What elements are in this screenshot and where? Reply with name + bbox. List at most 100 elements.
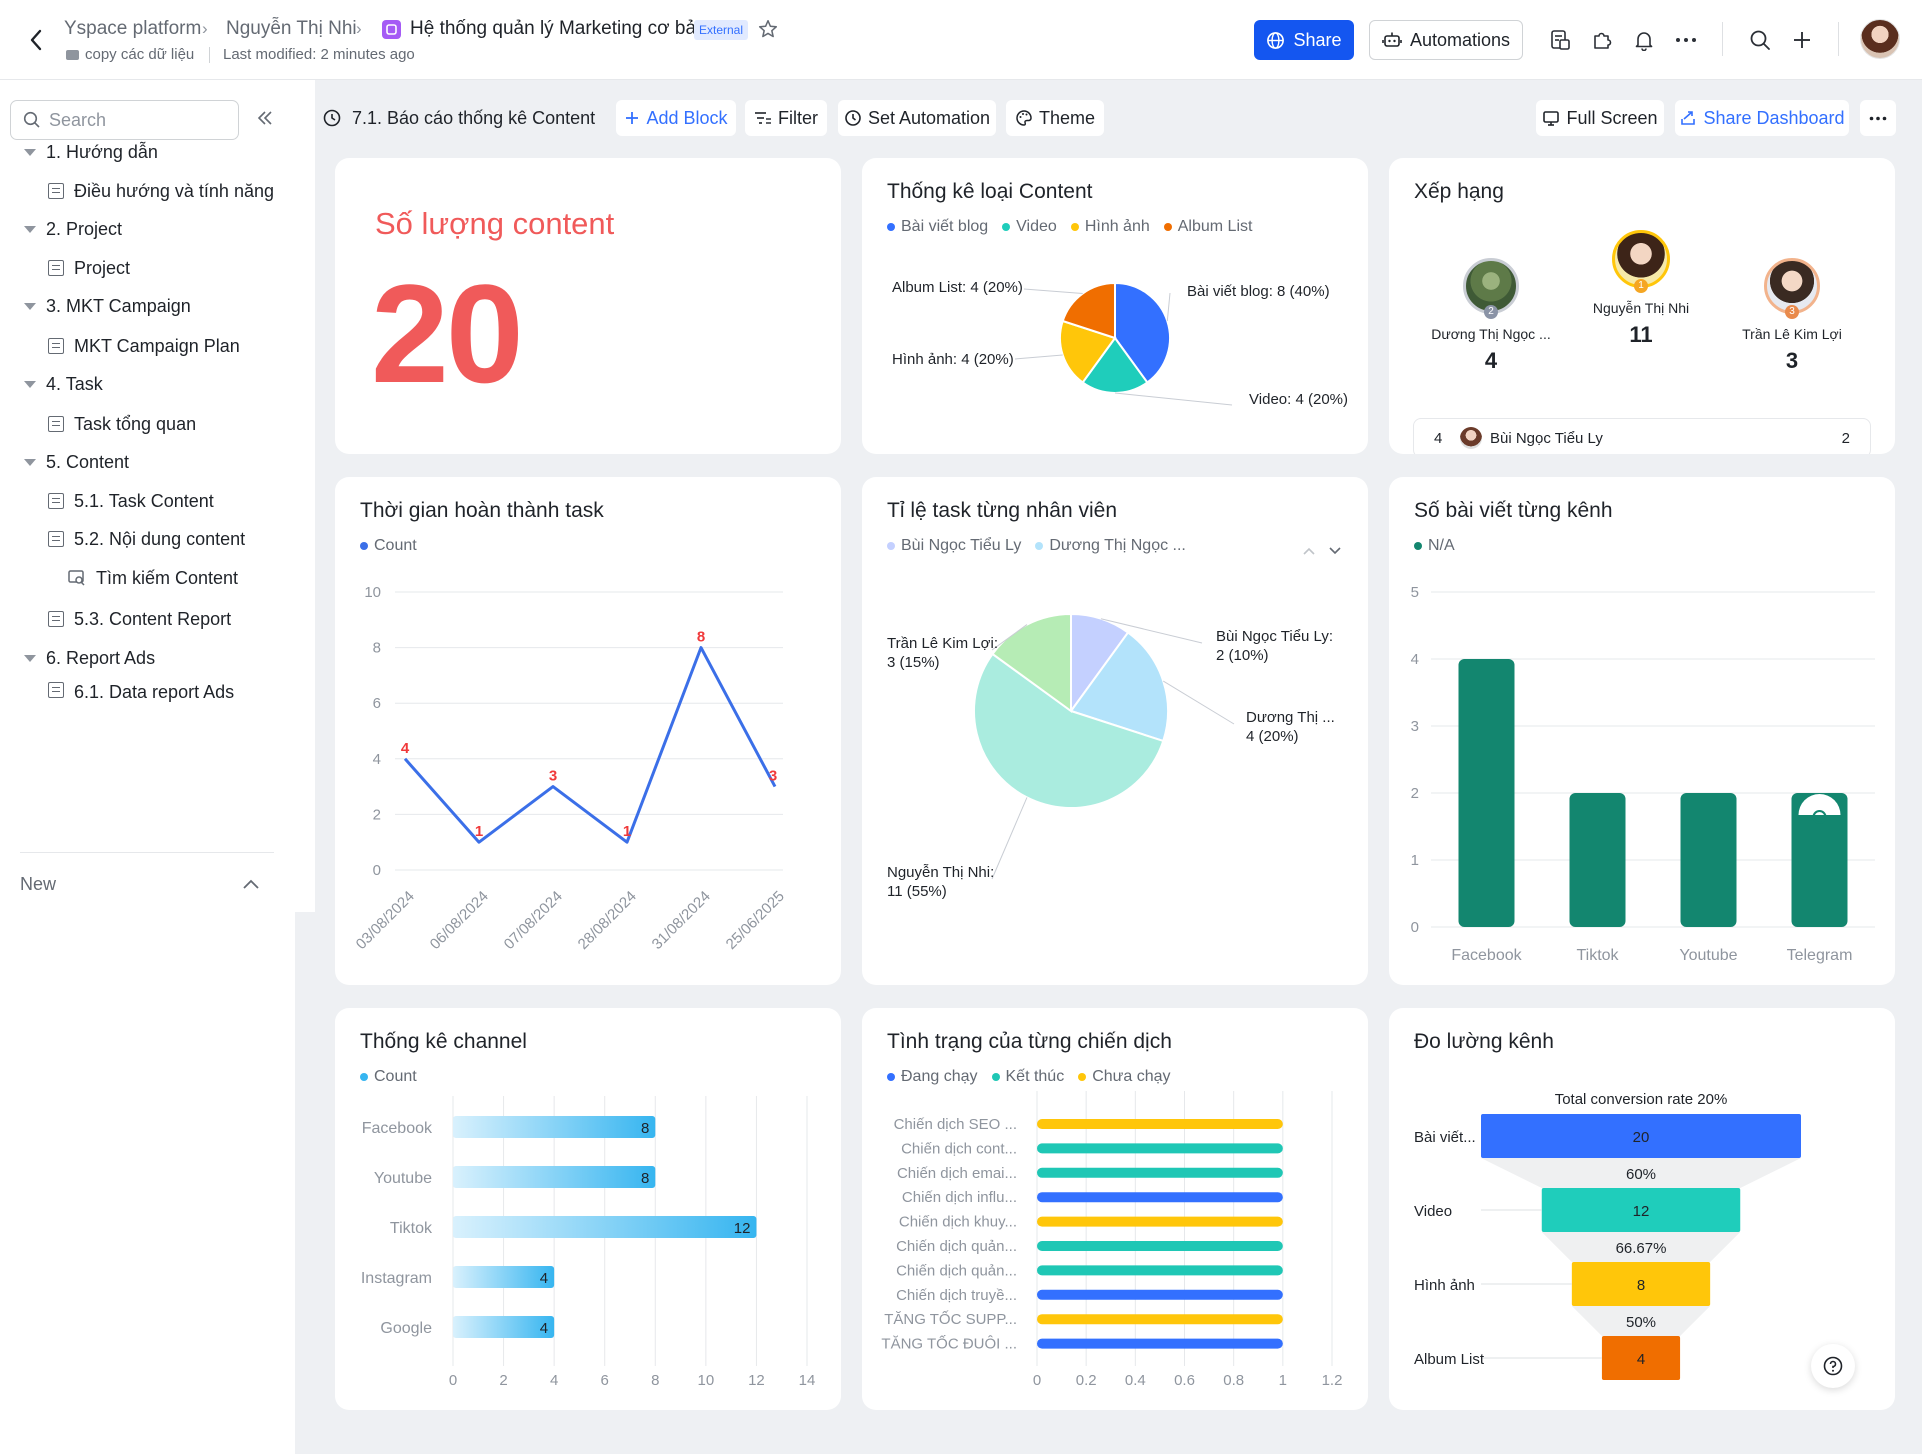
posts-per-channel-card[interactable]: Số bài viết từng kênh N/A 0 1 2 3 4 5 Facebook…: [1389, 477, 1895, 985]
breadcrumb-owner[interactable]: Nguyễn Thị Nhi: [226, 18, 357, 40]
ranking-card[interactable]: Xếp hạng 2 Dương Thị Ngọc ... 4 1 Nguyễn Thị…: [1389, 158, 1895, 454]
bar[interactable]: [453, 1216, 757, 1238]
bar[interactable]: [1037, 1241, 1283, 1251]
sidebar-item[interactable]: 5.2. Nội dung content: [48, 525, 245, 553]
back-icon[interactable]: [22, 26, 50, 54]
bar[interactable]: [453, 1116, 656, 1138]
content-type-card[interactable]: Thống kê loại Content Bài viết blog Video…: [862, 158, 1368, 454]
more-icon[interactable]: [1672, 26, 1700, 54]
plugin-icon[interactable]: [1588, 26, 1616, 54]
sidebar-item[interactable]: 2. Project: [24, 215, 122, 243]
y-tick-label: Chiến dịch influ...: [902, 1189, 1017, 1206]
x-tick-label: 1.2: [1322, 1372, 1343, 1389]
sidebar-item[interactable]: Điều hướng và tính năng: [48, 177, 274, 205]
x-tick-label: 0.8: [1223, 1372, 1244, 1389]
more-button[interactable]: [1860, 100, 1896, 136]
line-series[interactable]: [403, 646, 777, 844]
content-count-value: 20: [371, 255, 524, 412]
bar[interactable]: [1458, 659, 1515, 927]
sidebar-item-label: 5.3. Content Report: [74, 608, 232, 629]
caret-down-icon[interactable]: [24, 380, 36, 388]
filter-button[interactable]: Filter: [745, 100, 827, 136]
pie-chart: Bài viết blog: 8 (40%) Video: 4 (20%) Hình…: [892, 279, 1348, 408]
plus-icon[interactable]: [1788, 26, 1816, 54]
x-tick-label: 12: [748, 1372, 765, 1389]
set-automation-button[interactable]: Set Automation: [838, 100, 996, 136]
fullscreen-icon: [1543, 111, 1560, 126]
sidebar-item-label: 6.1. Data report Ads: [74, 682, 235, 702]
breadcrumb-workspace[interactable]: Yspace platform: [64, 18, 201, 40]
divider: [209, 47, 210, 63]
x-tick-label: 14: [799, 1372, 816, 1389]
task-time-card[interactable]: Thời gian hoàn thành task Count 0 2 4 6 8 10 4…: [335, 477, 841, 985]
sidebar-item[interactable]: Project: [48, 254, 130, 282]
task-ratio-card[interactable]: Tỉ lệ task từng nhân viên Bùi Ngọc Tiểu …: [862, 477, 1368, 985]
star-icon[interactable]: [757, 18, 779, 40]
bar[interactable]: [1037, 1192, 1283, 1203]
sidebar-item[interactable]: 1. Hướng dẫn: [24, 138, 158, 166]
add-block-label: Add Block: [646, 107, 728, 128]
ranking-row: 4 Bùi Ngọc Tiểu Ly 2: [1413, 418, 1871, 454]
bar[interactable]: [1037, 1216, 1283, 1227]
avatar[interactable]: [1860, 19, 1900, 59]
history-icon: [323, 109, 341, 127]
bar[interactable]: [1037, 1167, 1283, 1178]
full-screen-button[interactable]: Full Screen: [1536, 100, 1664, 136]
caret-down-icon[interactable]: [24, 302, 36, 310]
channel-stats-card[interactable]: Thống kê channel Count 0 2 4 6 8 10 12 14 8 Faceb…: [335, 1008, 841, 1410]
share-button[interactable]: Share: [1254, 20, 1354, 60]
pie-chart: Bùi Ngọc Tiểu Ly: 2 (10%) Dương Thị ... 4 (…: [887, 612, 1335, 900]
sidebar-item-label: 2. Project: [46, 218, 123, 239]
bar[interactable]: [1037, 1265, 1283, 1276]
sidebar-item[interactable]: 5. Content: [24, 448, 129, 476]
x-tick-label: 07/08/2024: [501, 888, 566, 953]
data-label: 12: [734, 1220, 751, 1237]
sidebar-item[interactable]: 6. Report Ads: [24, 644, 155, 672]
label-line: [1114, 392, 1233, 406]
page-title[interactable]: Hệ thống quản lý Marketing cơ bản: [410, 18, 707, 40]
data-label: 3: [769, 768, 777, 785]
bar[interactable]: [1037, 1338, 1283, 1349]
bar[interactable]: [1037, 1289, 1283, 1300]
bar[interactable]: [1037, 1314, 1283, 1325]
sidebar-item[interactable]: 6.1. Data report Ads: [48, 682, 234, 704]
caret-down-icon[interactable]: [24, 225, 36, 233]
sidebar-item[interactable]: 5.1. Task Content: [48, 487, 214, 515]
help-icon[interactable]: [1811, 1344, 1855, 1388]
x-tick-label: 6: [601, 1372, 609, 1389]
label-line: [1023, 288, 1083, 295]
sidebar-item[interactable]: Tìm kiếm Content: [48, 564, 238, 592]
folder-name[interactable]: copy các dữ liệu: [85, 46, 194, 63]
data-label: 4: [401, 740, 410, 757]
caret-down-icon[interactable]: [24, 654, 36, 662]
bar[interactable]: [1037, 1143, 1283, 1154]
search-icon[interactable]: [1746, 26, 1774, 54]
y-tick-label: 4: [373, 751, 381, 768]
share-dashboard-button[interactable]: Share Dashboard: [1675, 100, 1849, 136]
search-input[interactable]: Search: [10, 100, 239, 140]
sidebar-item[interactable]: 5.3. Content Report: [48, 605, 231, 633]
collapse-sidebar-icon[interactable]: [255, 108, 279, 132]
channel-measure-card[interactable]: Đo lường kênh Total conversion rate 20% 6…: [1389, 1008, 1895, 1410]
content-count-card[interactable]: Số lượng content 20: [335, 158, 841, 454]
sidebar-item[interactable]: 4. Task: [24, 370, 103, 398]
bar[interactable]: [1569, 793, 1626, 927]
bar[interactable]: [1037, 1119, 1283, 1129]
bar[interactable]: [1680, 793, 1737, 927]
bell-icon[interactable]: [1630, 26, 1658, 54]
theme-button[interactable]: Theme: [1006, 100, 1104, 136]
x-tick-label: 25/06/2025: [723, 888, 788, 953]
caret-down-icon[interactable]: [24, 148, 36, 156]
sidebar-item[interactable]: Task tổng quan: [48, 410, 196, 438]
add-block-button[interactable]: Add Block: [616, 100, 736, 136]
template-icon[interactable]: [1546, 26, 1574, 54]
automations-button[interactable]: Automations: [1369, 20, 1523, 60]
sidebar-item[interactable]: 3. MKT Campaign: [24, 292, 191, 320]
caret-down-icon[interactable]: [24, 458, 36, 466]
card-title: Xếp hạng: [1414, 180, 1504, 203]
sidebar-item[interactable]: MKT Campaign Plan: [48, 332, 240, 360]
bar[interactable]: [453, 1166, 656, 1188]
campaign-status-card[interactable]: Tình trạng của từng chiến dịch Đang chạy…: [862, 1008, 1368, 1410]
dashboard-name[interactable]: 7.1. Báo cáo thống kê Content: [322, 100, 595, 136]
new-button[interactable]: New: [20, 870, 260, 898]
